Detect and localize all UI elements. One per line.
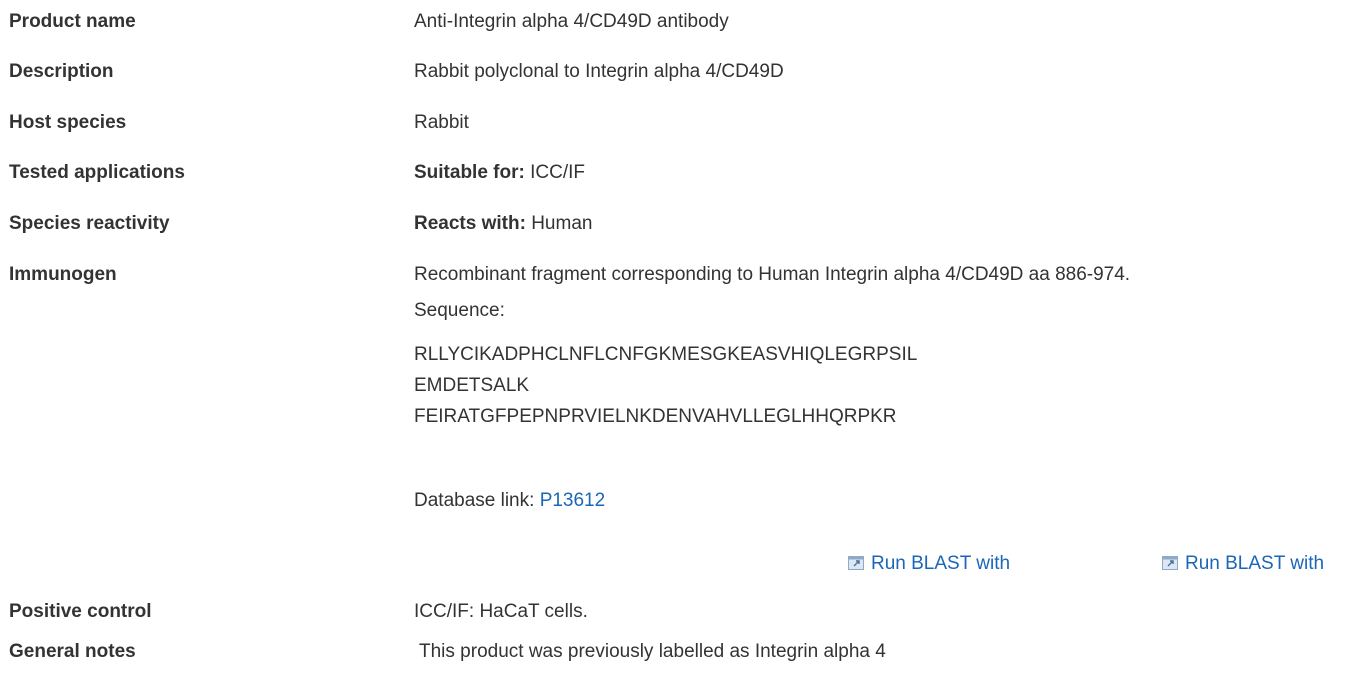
applications-value: ICC/IF bbox=[530, 162, 586, 183]
reactivity-value: Human bbox=[531, 213, 593, 234]
value-general-notes: This product was previously labelled as … bbox=[419, 641, 886, 662]
database-link-line: Database link: P13612 bbox=[414, 487, 1130, 515]
label-immunogen: Immunogen bbox=[9, 264, 117, 285]
immunogen-description: Recombinant fragment corresponding to Hu… bbox=[414, 264, 1131, 285]
sequence-line: EMDETSALK bbox=[414, 375, 530, 396]
run-blast-label: Run BLAST with bbox=[1185, 553, 1325, 574]
external-window-icon bbox=[848, 556, 864, 570]
sequence-label: Sequence: bbox=[414, 300, 505, 321]
value-product-name: Anti-Integrin alpha 4/CD49D antibody bbox=[414, 11, 729, 32]
database-link-label: Database link: bbox=[414, 490, 535, 511]
suitable-for-prefix: Suitable for: bbox=[414, 162, 525, 183]
label-description: Description bbox=[9, 61, 114, 82]
value-description: Rabbit polyclonal to Integrin alpha 4/CD… bbox=[414, 61, 784, 82]
external-window-icon bbox=[1162, 556, 1178, 570]
label-product-name: Product name bbox=[9, 11, 136, 32]
label-host-species: Host species bbox=[9, 112, 127, 133]
sequence-line: RLLYCIKADPHCLNFLCNFGKMESGKEASVHIQLEGRPSI… bbox=[414, 344, 918, 365]
value-immunogen: Recombinant fragment corresponding to Hu… bbox=[414, 261, 1130, 515]
run-blast-link-1[interactable]: Run BLAST with bbox=[848, 550, 1010, 578]
run-blast-label: Run BLAST with bbox=[871, 553, 1011, 574]
value-host-species: Rabbit bbox=[414, 112, 469, 133]
reacts-with-prefix: Reacts with: bbox=[414, 213, 526, 234]
label-positive-control: Positive control bbox=[9, 601, 152, 622]
sequence-block: RLLYCIKADPHCLNFLCNFGKMESGKEASVHIQLEGRPSI… bbox=[414, 339, 1130, 432]
sequence-line: FEIRATGFPEPNPRVIELNKDENVAHVLLEGLHHQRPKR bbox=[414, 406, 897, 427]
value-positive-control: ICC/IF: HaCaT cells. bbox=[414, 601, 588, 622]
label-tested-applications: Tested applications bbox=[9, 162, 185, 183]
label-species-reactivity: Species reactivity bbox=[9, 213, 170, 234]
value-species-reactivity: Reacts with: Human bbox=[414, 210, 592, 238]
label-general-notes: General notes bbox=[9, 641, 136, 662]
run-blast-link-2[interactable]: Run BLAST with bbox=[1162, 550, 1324, 578]
database-link-p13612[interactable]: P13612 bbox=[540, 490, 606, 511]
value-tested-applications: Suitable for: ICC/IF bbox=[414, 159, 585, 187]
